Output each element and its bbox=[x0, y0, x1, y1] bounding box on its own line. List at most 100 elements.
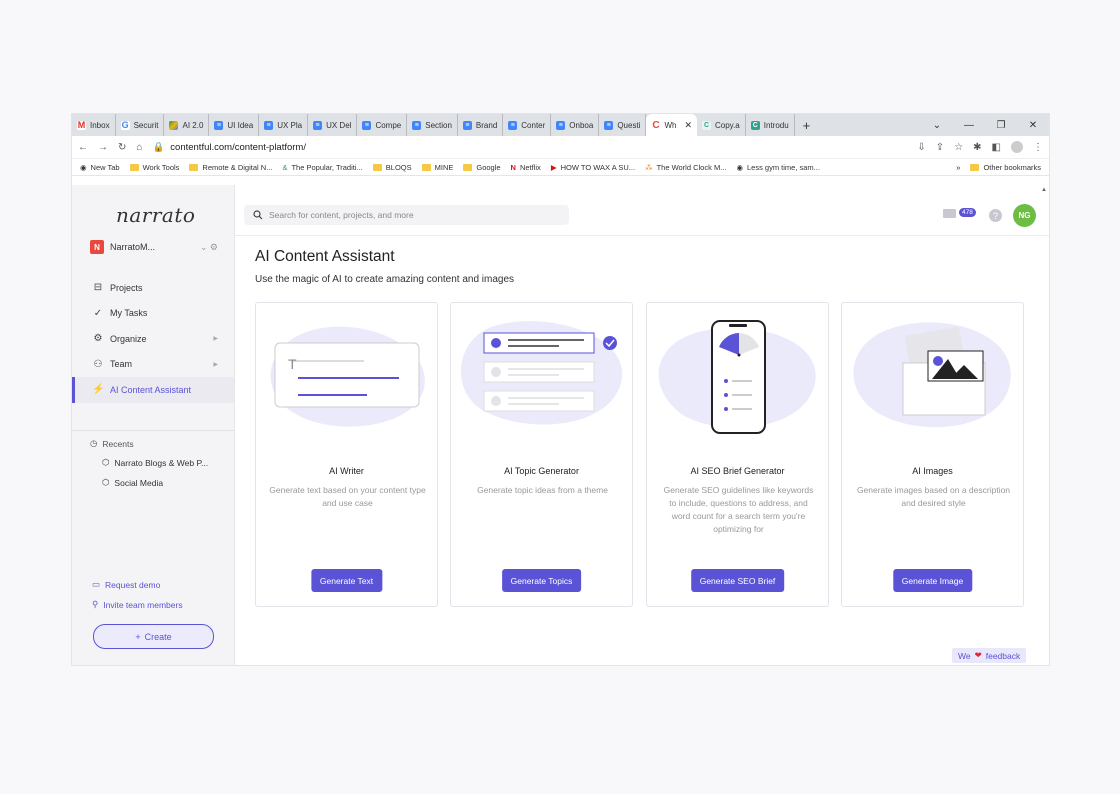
browser-tab[interactable]: ≡ UX Del bbox=[308, 114, 358, 136]
lock-icon: 🔒 bbox=[152, 141, 165, 153]
bookmark[interactable]: ◉ Less gym time, sam... bbox=[736, 163, 819, 172]
bookmarks-bar: ◉ New Tab Work Tools Remote & Digital N..… bbox=[72, 159, 1049, 176]
sidebar-item-my-tasks[interactable]: ✓ My Tasks bbox=[72, 301, 234, 327]
bookmark[interactable]: ⁂ The World Clock M... bbox=[645, 163, 726, 172]
bookmarks-right: » Other bookmarks bbox=[956, 163, 1041, 172]
clock-icon: ◷ bbox=[90, 438, 98, 448]
extensions-icon[interactable]: ✱ bbox=[973, 142, 981, 153]
google-icon: G bbox=[120, 120, 130, 130]
browser-tab[interactable]: ≡ Conter bbox=[503, 114, 552, 136]
tab-label: Conter bbox=[521, 120, 546, 130]
bookmarks-overflow[interactable]: » bbox=[956, 163, 960, 172]
sidebar-item-organize[interactable]: ⚙ Organize ▶ bbox=[72, 326, 234, 352]
browser-tab[interactable]: ≡ Questi bbox=[599, 114, 647, 136]
browser-tab[interactable]: ≡ Compe bbox=[357, 114, 408, 136]
avatar[interactable]: NG bbox=[1013, 204, 1036, 227]
generate-image-button[interactable]: Generate Image bbox=[892, 569, 973, 592]
workspace-badge: N bbox=[90, 240, 104, 254]
browser-tab[interactable]: C Copy.a bbox=[697, 114, 746, 136]
share-icon[interactable]: ⇪ bbox=[936, 142, 944, 153]
request-demo-link[interactable]: ▭ Request demo bbox=[92, 579, 160, 590]
create-button[interactable]: + Create bbox=[93, 624, 214, 649]
docs-icon: ≡ bbox=[462, 120, 472, 130]
other-bookmarks-label: Other bookmarks bbox=[983, 162, 1041, 172]
browser-window: M Inbox G Securit AI 2.0 ≡ UI Idea ≡ UX Pla … bbox=[72, 114, 1049, 665]
narrato-logo[interactable]: narrato bbox=[116, 203, 195, 227]
bookmark-label: Google bbox=[476, 162, 501, 172]
intro-icon: C bbox=[750, 120, 760, 130]
bookmark[interactable]: Remote & Digital N... bbox=[189, 163, 272, 172]
app: narrato N NarratoM... ⌄ ⚙ ⊟ Projects ✓ My … bbox=[72, 185, 1049, 665]
new-tab-button[interactable]: + bbox=[795, 118, 819, 133]
recents-label: Recents bbox=[102, 438, 134, 449]
add-user-icon: ⚲ bbox=[92, 599, 99, 609]
forward-icon[interactable]: → bbox=[98, 142, 108, 153]
seo-illustration bbox=[658, 320, 816, 434]
restore-icon[interactable]: ❐ bbox=[985, 120, 1017, 131]
request-demo-label: Request demo bbox=[105, 579, 161, 590]
globe-icon: ◉ bbox=[80, 162, 87, 172]
browser-tab[interactable]: C Introdu bbox=[746, 114, 795, 136]
install-icon[interactable]: ⇩ bbox=[917, 142, 925, 153]
tab-search-icon[interactable]: ⌄ bbox=[921, 120, 953, 131]
bookmark[interactable]: ▶ HOW TO WAX A SU... bbox=[551, 163, 635, 172]
bookmark[interactable]: Work Tools bbox=[129, 163, 179, 172]
browser-tab[interactable]: ≡ UX Pla bbox=[259, 114, 309, 136]
youtube-icon: ▶ bbox=[550, 162, 557, 172]
bookmark[interactable]: MINE bbox=[421, 163, 453, 172]
workspace-selector[interactable]: N NarratoM... ⌄ ⚙ bbox=[90, 240, 218, 254]
recent-item-label: Social Media bbox=[114, 477, 164, 488]
browser-tab-active[interactable]: C Wh ✕ bbox=[646, 114, 697, 136]
bookmark-star-icon[interactable]: ☆ bbox=[954, 142, 963, 153]
folder-icon bbox=[463, 163, 473, 171]
mail-icon[interactable] bbox=[943, 209, 956, 218]
card-title: AI Topic Generator bbox=[504, 466, 579, 476]
gmail-icon: M bbox=[77, 120, 86, 130]
bookmark[interactable]: BLOQS bbox=[372, 163, 412, 172]
sidebar-item-team[interactable]: ⚇ Team ▶ bbox=[72, 352, 234, 378]
help-icon[interactable]: ? bbox=[989, 209, 1002, 222]
browser-tab[interactable]: ≡ UI Idea bbox=[209, 114, 260, 136]
generate-seo-brief-button[interactable]: Generate SEO Brief bbox=[690, 569, 785, 592]
scroll-up-arrow[interactable]: ▲ bbox=[1041, 187, 1047, 193]
browser-tab[interactable]: G Securit bbox=[116, 114, 165, 136]
minimize-icon[interactable]: — bbox=[953, 120, 985, 131]
other-bookmarks[interactable]: Other bookmarks bbox=[970, 163, 1041, 172]
browser-tab[interactable]: AI 2.0 bbox=[164, 114, 210, 136]
sidebar-item-projects[interactable]: ⊟ Projects bbox=[72, 275, 234, 301]
feedback-button[interactable]: We ❤ feedback bbox=[952, 648, 1027, 663]
sidebar-item-label: Organize bbox=[110, 333, 147, 344]
card-title: AI SEO Brief Generator bbox=[690, 466, 785, 476]
browser-tab[interactable]: M Inbox bbox=[72, 114, 116, 136]
bookmark[interactable]: & The Popular, Traditi... bbox=[282, 163, 362, 172]
menu-icon[interactable]: ⋮ bbox=[1033, 142, 1043, 153]
home-icon[interactable]: ⌂ bbox=[136, 142, 142, 153]
recent-item[interactable]: ⬡ Social Media bbox=[102, 477, 163, 488]
back-icon[interactable]: ← bbox=[78, 142, 88, 153]
bookmark[interactable]: Google bbox=[463, 162, 501, 172]
browser-tab[interactable]: ≡ Brand bbox=[458, 114, 504, 136]
generate-text-button[interactable]: Generate Text bbox=[310, 569, 383, 592]
chevron-down-icon[interactable]: ⌄ ⚙ bbox=[200, 242, 218, 253]
generate-topics-button[interactable]: Generate Topics bbox=[501, 569, 582, 592]
recent-item[interactable]: ⬡ Narrato Blogs & Web P... bbox=[102, 457, 208, 468]
sidepanel-icon[interactable]: ◧ bbox=[992, 142, 1001, 153]
close-window-icon[interactable]: ✕ bbox=[1017, 120, 1049, 131]
search-icon bbox=[253, 210, 263, 220]
reload-icon[interactable]: ↻ bbox=[118, 142, 126, 153]
bookmark[interactable]: N Netflix bbox=[511, 163, 541, 172]
folder-icon bbox=[421, 163, 431, 171]
profile-icon[interactable] bbox=[1011, 141, 1023, 153]
sidebar-item-ai-content-assistant[interactable]: ⚡ AI Content Assistant bbox=[72, 377, 234, 403]
bookmark[interactable]: ◉ New Tab bbox=[80, 163, 120, 172]
browser-tab[interactable]: ≡ Onboa bbox=[551, 114, 600, 136]
close-tab-icon[interactable]: ✕ bbox=[684, 120, 692, 131]
card-description: Generate text based on your content type… bbox=[269, 485, 426, 508]
url-field[interactable]: 🔒 contentful.com/content-platform/ bbox=[152, 142, 306, 153]
browser-tab[interactable]: ≡ Section bbox=[407, 114, 458, 136]
copyai-icon: C bbox=[702, 120, 711, 130]
page-subtitle: Use the magic of AI to create amazing co… bbox=[255, 274, 515, 285]
search-input[interactable]: Search for content, projects, and more bbox=[244, 205, 569, 225]
globe-icon: ◉ bbox=[736, 162, 743, 172]
invite-members-link[interactable]: ⚲ Invite team members bbox=[92, 599, 183, 610]
